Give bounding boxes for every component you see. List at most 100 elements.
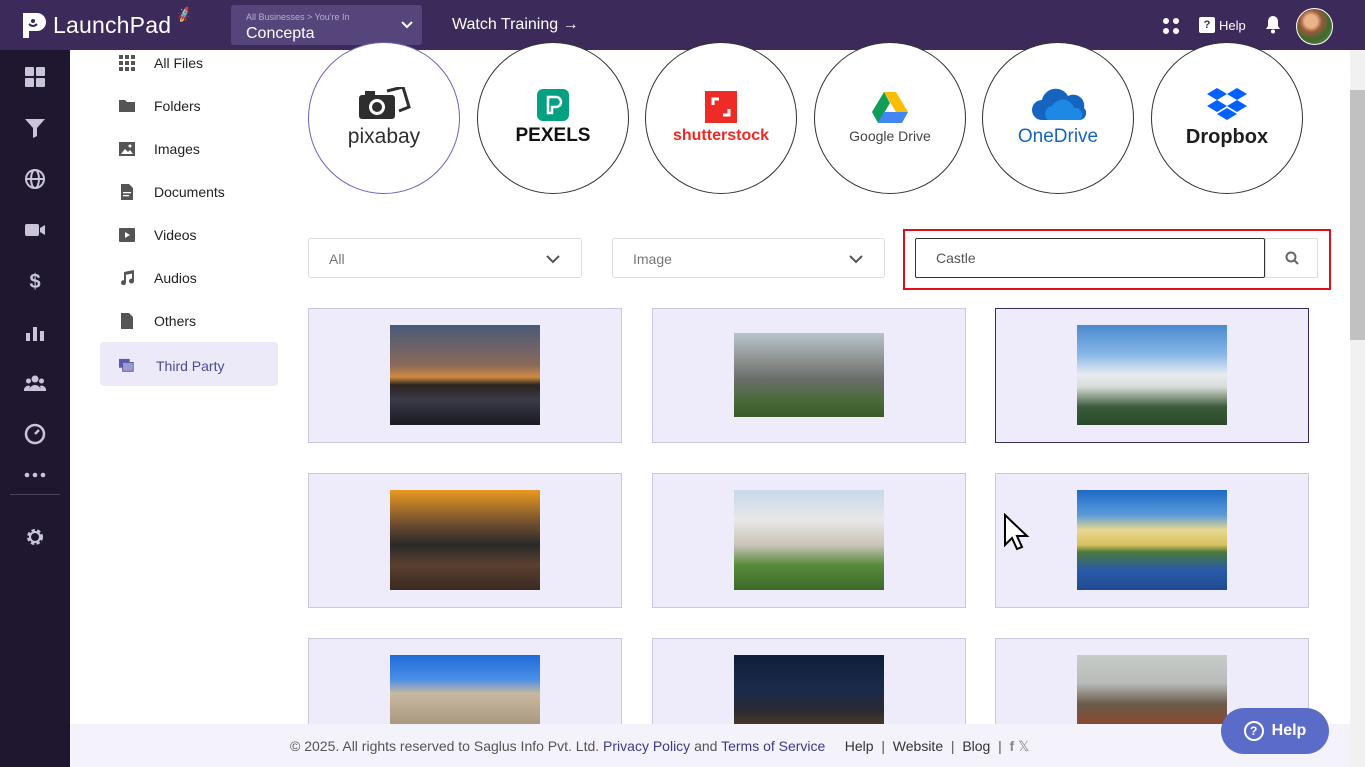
gauge-icon [24,423,46,445]
provider-google-drive[interactable]: Google Drive [814,42,966,194]
camera-icon [359,87,411,119]
image-card[interactable] [308,473,622,608]
rail-video[interactable] [23,218,47,242]
apps-grid-icon[interactable] [1162,17,1180,35]
launchpad-logo-icon [23,13,46,38]
watch-training-link[interactable]: Watch Training → [452,16,579,34]
castle-image-thumbnail [734,333,884,417]
castle-image-thumbnail [734,655,884,725]
question-circle-icon: ? [1243,721,1264,741]
nav-label: All Files [154,55,204,71]
chevron-down-icon [401,21,413,29]
image-card[interactable] [308,308,622,443]
image-card[interactable] [652,308,966,443]
rail-dashboard[interactable] [23,65,47,89]
business-name: Concepta [246,25,315,42]
provider-pexels[interactable]: PEXELS [477,42,629,194]
search-icon [1285,251,1299,265]
castle-image-thumbnail [390,490,540,590]
business-breadcrumb: All Businesses > You're In [246,12,350,22]
google-drive-icon [872,92,908,123]
rail-users[interactable] [23,371,47,395]
settings-icon [27,529,43,545]
business-selector[interactable]: All Businesses > You're In Concepta [231,5,422,45]
scope-dropdown[interactable]: All [308,238,582,278]
brand-name: LaunchPad [53,11,172,38]
provider-onedrive[interactable]: OneDrive [982,42,1134,194]
rail-more[interactable] [23,463,47,487]
nav-label: Images [154,141,200,157]
facebook-icon[interactable]: f [1010,738,1015,754]
castle-image-thumbnail [390,325,540,425]
provider-shutterstock[interactable]: shutterstock [645,42,797,194]
footer-website-link[interactable]: Website [893,738,943,754]
question-icon: ? [1199,17,1215,33]
image-icon [119,142,135,156]
dollar-icon: $ [29,271,40,292]
image-card[interactable] [308,638,622,725]
app-root: LaunchPad 🚀 All Businesses > You're In C… [0,0,1365,767]
nav-label: Audios [154,270,197,286]
mouse-cursor-icon [1004,513,1030,551]
scope-value: All [329,251,345,267]
rail-globe[interactable] [23,167,47,191]
terms-link[interactable]: Terms of Service [721,738,825,754]
footer-separator: | [881,738,885,754]
dropbox-icon [1207,87,1247,120]
chart-icon [26,327,44,341]
castle-image-thumbnail [1077,490,1227,590]
users-icon [24,375,46,391]
left-rail: $ [0,50,70,767]
chevron-down-icon [849,255,863,264]
image-card[interactable] [652,638,966,725]
rocket-icon: 🚀 [175,5,194,25]
grid-icon [119,55,135,71]
pexels-logo-icon [537,89,569,121]
svg-text:$: $ [29,271,40,292]
search-input[interactable] [915,238,1265,278]
rail-divider [10,494,60,495]
image-card[interactable] [652,473,966,608]
bell-icon[interactable] [1264,15,1282,34]
more-icon [24,472,46,478]
rail-gauge[interactable] [23,422,47,446]
top-bar: LaunchPad 🚀 All Businesses > You're In C… [0,0,1365,50]
provider-label: OneDrive [1017,126,1099,147]
rail-settings[interactable] [23,525,47,549]
image-card[interactable] [995,308,1309,443]
castle-image-thumbnail [1077,655,1227,725]
type-dropdown[interactable]: Image [612,238,885,278]
castle-image-thumbnail [734,490,884,590]
help-top-button[interactable]: ? Help [1199,17,1246,33]
scrollbar-thumb[interactable] [1350,90,1365,340]
rail-funnel[interactable] [23,116,47,140]
provider-dropbox[interactable]: Dropbox [1151,42,1303,194]
chevron-down-icon [546,255,560,264]
type-value: Image [633,251,672,267]
footer-help-link[interactable]: Help [845,738,874,754]
footer-blog-link[interactable]: Blog [962,738,990,754]
shutterstock-logo-icon [705,91,737,123]
nav-label: Documents [154,184,225,200]
video-icon [25,224,45,236]
help-floating-label: Help [1271,722,1307,739]
copyright-text: © 2025. All rights reserved to Saglus In… [290,738,600,754]
page-scrollbar[interactable] [1350,50,1365,767]
nav-label: Folders [154,98,201,114]
image-card[interactable] [995,473,1309,608]
document-icon [121,184,133,200]
privacy-policy-link[interactable]: Privacy Policy [603,738,690,754]
user-avatar[interactable] [1296,8,1333,45]
nav-label: Third Party [156,358,225,374]
third-party-icon [119,358,134,372]
rail-dollar[interactable]: $ [23,269,47,293]
search-button[interactable] [1265,238,1318,278]
footer: © 2025. All rights reserved to Saglus In… [70,724,1350,767]
nav-label: Videos [154,227,197,243]
provider-pixabay[interactable]: pixabay [308,42,460,194]
x-twitter-icon[interactable]: 𝕏 [1018,738,1029,754]
help-floating-button[interactable]: ? Help [1221,708,1329,754]
rail-chart[interactable] [23,320,47,344]
file-icon [121,313,133,329]
brand-logo[interactable]: LaunchPad [20,9,171,41]
